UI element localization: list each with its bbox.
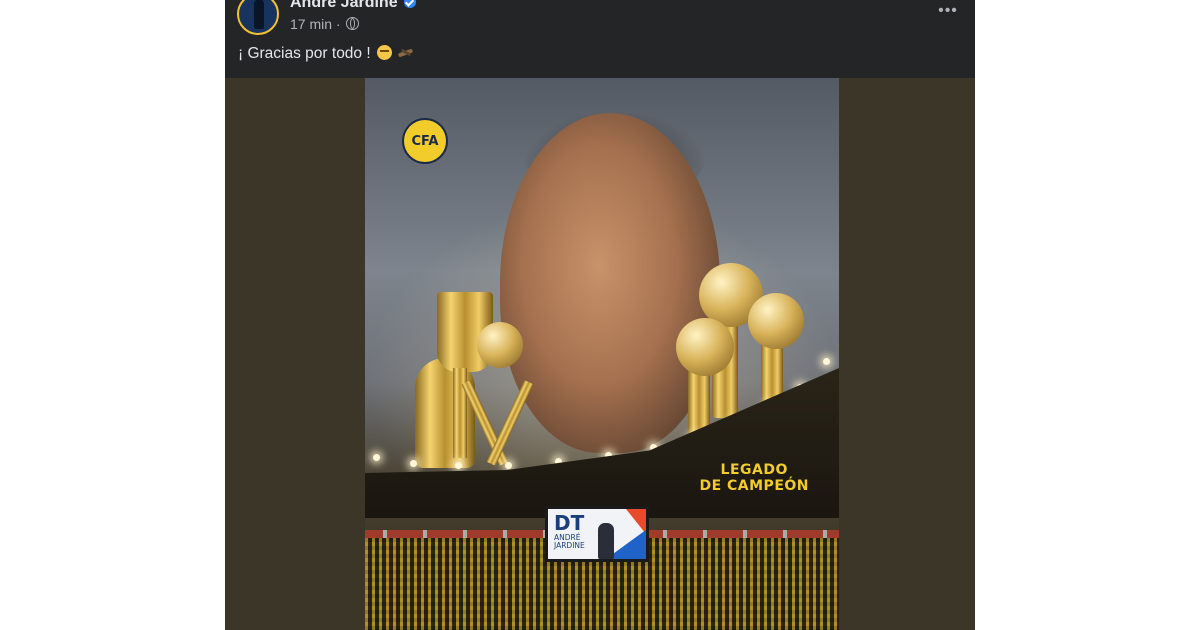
facebook-post: Andre Jardine 17 min · ••• ¡ Gracias por…	[225, 0, 975, 630]
post-meta: 17 min ·	[290, 16, 360, 32]
more-options-button[interactable]: •••	[937, 2, 959, 20]
screen-title: DT	[554, 511, 585, 535]
post-media[interactable]: CFA LEGADO DE CAMPEÓN DT ANDRÉ JARDINE	[225, 78, 975, 630]
banner-line-1: LEGADO	[720, 462, 788, 478]
coach-figure-icon	[598, 523, 614, 559]
club-logo-icon: CFA	[402, 118, 448, 164]
post-header: Andre Jardine 17 min · ••• ¡ Gracias por…	[225, 0, 975, 78]
eagle-emoji-icon	[398, 48, 413, 58]
screen-name-line-2: JARDINE	[554, 541, 585, 550]
globe-icon[interactable]	[346, 17, 360, 30]
screen-name: ANDRÉ JARDINE	[554, 534, 594, 550]
post-text: ¡ Gracias por todo !	[238, 45, 413, 63]
face-emoji-icon	[376, 45, 392, 60]
author-name[interactable]: Andre Jardine	[290, 0, 398, 12]
banner-line-2: DE CAMPEÓN	[699, 478, 809, 494]
post-timestamp[interactable]: 17 min	[290, 16, 332, 32]
stadium-screen: DT ANDRÉ JARDINE	[545, 506, 649, 562]
poster-image[interactable]: CFA LEGADO DE CAMPEÓN DT ANDRÉ JARDINE	[365, 78, 839, 630]
author-avatar[interactable]	[237, 0, 279, 35]
post-caption: ¡ Gracias por todo !	[238, 45, 371, 62]
legado-banner: LEGADO DE CAMPEÓN	[699, 462, 809, 494]
meta-separator: ·	[335, 16, 341, 32]
verified-badge-icon	[404, 0, 416, 8]
